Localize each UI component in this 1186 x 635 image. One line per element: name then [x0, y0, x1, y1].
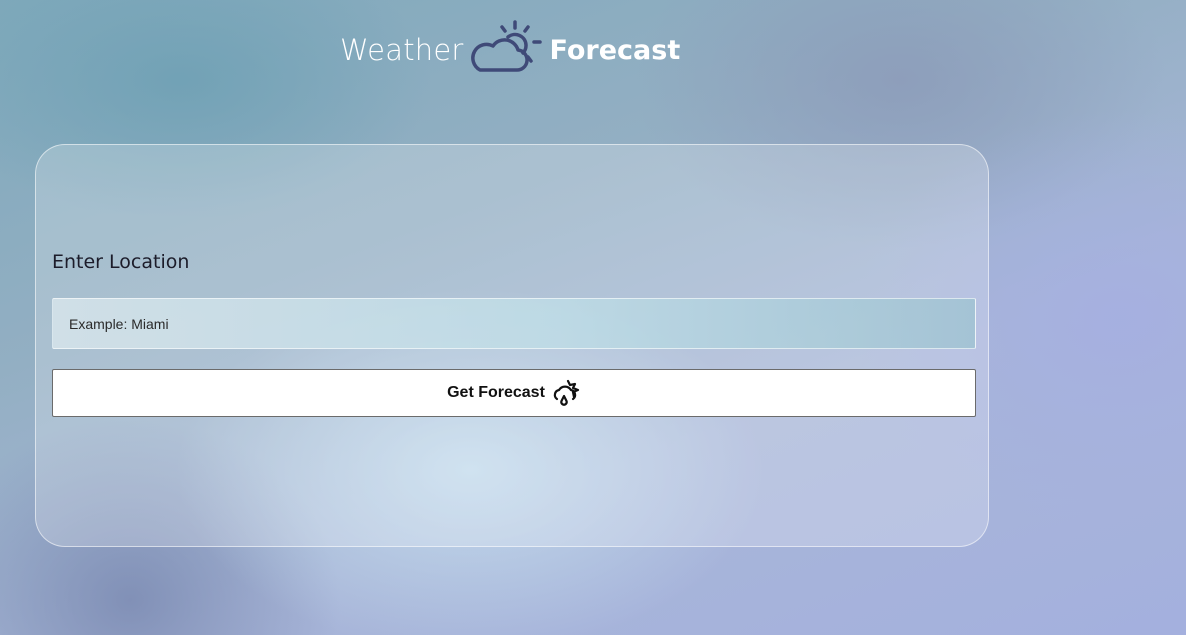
- logo-title-weather: Weather: [340, 33, 464, 67]
- location-card: Enter Location Get Forecast: [35, 144, 989, 547]
- location-input[interactable]: [52, 298, 976, 349]
- cloud-rain-moon-icon: [553, 379, 580, 406]
- logo-title-forecast: Forecast: [549, 34, 681, 66]
- app-logo: Weather Forecast: [340, 18, 680, 78]
- cloud-sun-icon: [470, 20, 542, 72]
- location-label: Enter Location: [52, 251, 190, 273]
- get-forecast-button[interactable]: Get Forecast: [52, 369, 976, 417]
- get-forecast-label: Get Forecast: [447, 384, 545, 401]
